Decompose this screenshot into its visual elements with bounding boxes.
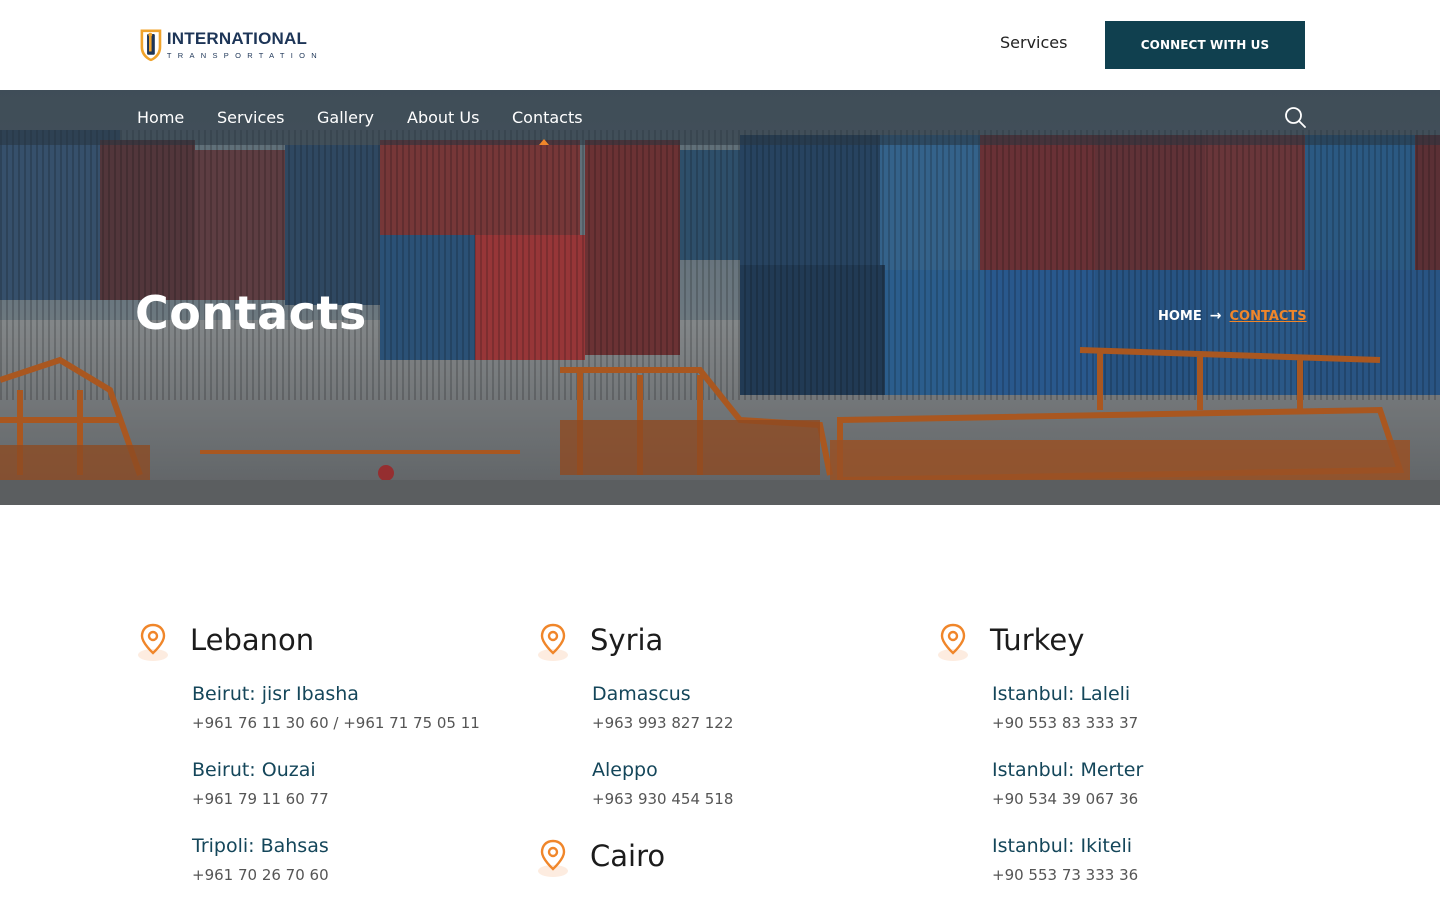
top-services-link[interactable]: Services [1000, 33, 1067, 52]
office-phone[interactable]: +961 79 11 60 77 [192, 790, 329, 808]
region-name: Syria [590, 623, 664, 657]
office-item: Damascus +963 993 827 122 [592, 683, 733, 732]
office-phone[interactable]: +963 930 454 518 [592, 790, 733, 808]
office-phone[interactable]: +90 553 73 333 36 [992, 866, 1138, 884]
breadcrumb-arrow-icon: → [1209, 308, 1222, 324]
office-city: Aleppo [592, 759, 658, 781]
office-phone[interactable]: +90 534 39 067 36 [992, 790, 1143, 808]
office-item: Aleppo +963 930 454 518 [592, 759, 733, 808]
office-city: Tripoli: Bahsas [192, 835, 329, 857]
office-item: Tripoli: Bahsas +961 70 26 70 60 [192, 835, 329, 884]
office-item: Beirut: jisr Ibasha +961 76 11 30 60 / +… [192, 683, 480, 732]
hero-banner: Home Services Gallery About Us Contacts … [0, 90, 1440, 505]
top-header: INTERNATIONAL TRANSPORTATION Services CO… [0, 0, 1440, 90]
office-phone[interactable]: +961 70 26 70 60 [192, 866, 329, 884]
nav-item-home[interactable]: Home [137, 108, 184, 127]
office-phone[interactable]: +961 76 11 30 60 / +961 71 75 05 11 [192, 714, 480, 732]
nav-item-services[interactable]: Services [217, 108, 284, 127]
logo-shield-icon [140, 29, 162, 62]
region-name: Turkey [990, 623, 1085, 657]
office-city: Istanbul: Ikiteli [992, 835, 1133, 857]
office-phone[interactable]: +90 553 83 333 37 [992, 714, 1138, 732]
office-city: Damascus [592, 683, 691, 705]
office-item: Istanbul: Merter +90 534 39 067 36 [992, 759, 1143, 808]
office-item: Beirut: Ouzai +961 79 11 60 77 [192, 759, 329, 808]
search-icon[interactable] [1283, 105, 1307, 129]
office-city: Beirut: Ouzai [192, 759, 316, 781]
office-phone[interactable]: +963 993 827 122 [592, 714, 733, 732]
office-item: Istanbul: Ikiteli +90 553 73 333 36 [992, 835, 1138, 884]
site-logo[interactable]: INTERNATIONAL TRANSPORTATION [138, 18, 323, 72]
logo-sub-text: TRANSPORTATION [166, 50, 323, 60]
location-pin-icon [538, 623, 568, 661]
office-city: Beirut: jisr Ibasha [192, 683, 359, 705]
location-pin-icon [138, 623, 168, 661]
nav-item-gallery[interactable]: Gallery [317, 108, 374, 127]
logo-main-text: INTERNATIONAL [166, 28, 308, 48]
breadcrumb: HOME → CONTACTS [1158, 308, 1307, 324]
office-city: Istanbul: Laleli [992, 683, 1131, 705]
region-name: Lebanon [190, 623, 315, 657]
office-city: Istanbul: Merter [992, 759, 1144, 781]
main-nav: Home Services Gallery About Us Contacts [0, 90, 1440, 145]
nav-item-contacts[interactable]: Contacts [512, 108, 583, 127]
breadcrumb-current-link[interactable]: CONTACTS [1229, 309, 1306, 324]
location-pin-icon [938, 623, 968, 661]
breadcrumb-home-link[interactable]: HOME [1158, 309, 1202, 324]
active-nav-indicator [539, 139, 549, 145]
location-pin-icon [538, 839, 568, 877]
office-item: Istanbul: Laleli +90 553 83 333 37 [992, 683, 1138, 732]
nav-item-about-us[interactable]: About Us [407, 108, 479, 127]
connect-with-us-button[interactable]: CONNECT WITH US [1105, 21, 1305, 69]
page-title: Contacts [135, 286, 367, 340]
region-name: Cairo [590, 839, 666, 873]
